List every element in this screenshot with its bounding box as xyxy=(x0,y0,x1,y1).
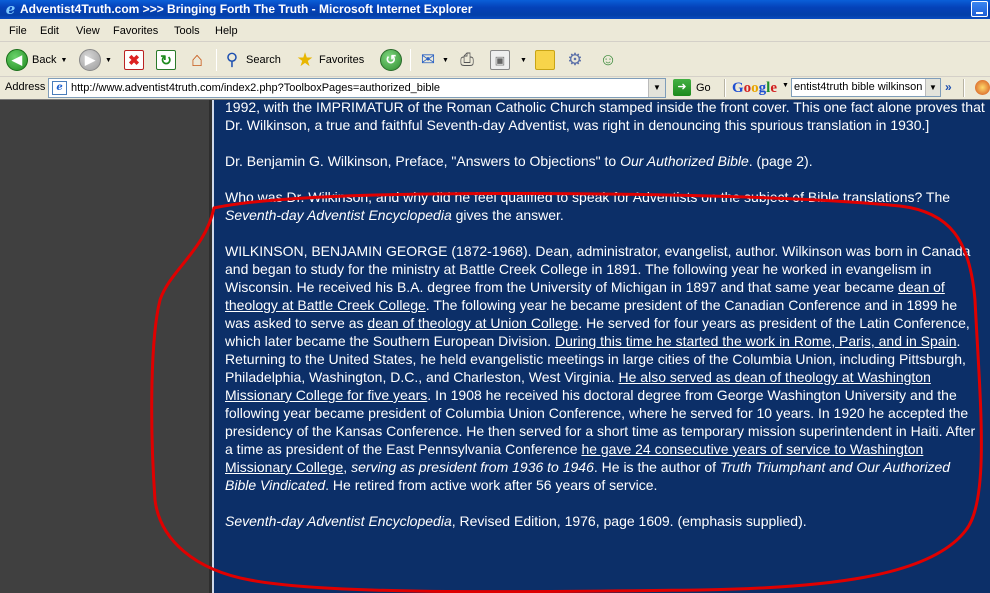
mail-icon: ✉ xyxy=(420,50,436,69)
toolbar-separator xyxy=(216,49,217,71)
favorites-label: Favorites xyxy=(319,54,365,66)
refresh-icon: ↻ xyxy=(156,50,176,70)
emphasis-underline: dean of theology at Union College xyxy=(367,315,579,331)
chevron-down-icon[interactable]: ▼ xyxy=(782,82,789,89)
menu-favorites[interactable]: Favorites xyxy=(113,25,158,37)
note-button[interactable] xyxy=(535,48,555,72)
go-arrow-icon: ➜ xyxy=(673,79,691,96)
browser-window: e Adventist4Truth.com >>> Bringing Forth… xyxy=(0,0,990,593)
address-label: Address xyxy=(5,81,46,93)
messenger-button[interactable]: ☺ xyxy=(598,48,618,72)
home-icon: ⌂ xyxy=(190,48,204,71)
history-icon: ↺ xyxy=(380,49,402,71)
print-button[interactable]: ⎙ xyxy=(457,48,477,72)
go-label: Go xyxy=(696,81,711,94)
address-url[interactable]: http://www.adventist4truth.com/index2.ph… xyxy=(71,82,440,94)
chevron-down-icon[interactable]: ▼ xyxy=(520,57,527,64)
stop-button[interactable]: ✖ xyxy=(124,48,144,72)
search-label: Search xyxy=(246,54,281,66)
search-icon: ⚲ xyxy=(225,50,239,69)
chevron-down-icon[interactable]: ▼ xyxy=(105,57,112,64)
title-bar: e Adventist4Truth.com >>> Bringing Forth… xyxy=(0,0,990,19)
window-title: Adventist4Truth.com >>> Bringing Forth T… xyxy=(20,2,473,16)
minimize-button[interactable] xyxy=(971,1,988,17)
research-button[interactable]: ⚙ xyxy=(565,48,585,72)
back-button[interactable]: ◀ Back ▼ xyxy=(6,48,67,72)
article-panel: 1992, with the IMPRIMATUR of the Roman C… xyxy=(212,100,990,593)
citation-paragraph: Dr. Benjamin G. Wilkinson, Preface, "Ans… xyxy=(225,153,813,169)
page-icon: e xyxy=(52,81,67,95)
ie-logo-icon: e xyxy=(5,0,16,18)
edit-page-icon: ▣ xyxy=(490,50,510,70)
encyclopedia-entry: WILKINSON, BENJAMIN GEORGE (1872-1968). … xyxy=(225,243,976,493)
sticky-note-icon xyxy=(535,50,555,70)
forward-button[interactable]: ▶ ▼ xyxy=(79,48,112,72)
intro-paragraph: 1992, with the IMPRIMATUR of the Roman C… xyxy=(225,99,985,133)
forward-arrow-icon: ▶ xyxy=(79,49,101,71)
edit-button[interactable]: ▣ ▼ xyxy=(490,48,527,72)
extension-icon[interactable] xyxy=(975,80,990,95)
toolbar-separator xyxy=(410,49,411,71)
emphasis-underline: During this time he started the work in … xyxy=(554,333,957,349)
home-button[interactable]: ⌂ xyxy=(187,48,207,72)
back-arrow-icon: ◀ xyxy=(6,49,28,71)
google-search-query[interactable]: entist4truth bible wilkinson xyxy=(794,81,922,93)
more-chevron-icon[interactable]: » xyxy=(945,80,952,94)
history-button[interactable]: ↺ xyxy=(380,48,402,72)
stop-icon: ✖ xyxy=(124,50,144,70)
chevron-down-icon[interactable]: ▼ xyxy=(648,79,665,97)
citation-paragraph: Seventh-day Adventist Encyclopedia, Revi… xyxy=(225,513,807,529)
google-logo[interactable]: Google xyxy=(732,78,777,98)
research-icon: ⚙ xyxy=(567,50,583,69)
standard-toolbar: ◀ Back ▼ ▶ ▼ ✖ ↻ ⌂ ⚲ Search ★ Favorites … xyxy=(0,43,990,77)
go-button[interactable]: ➜ Go xyxy=(673,79,711,96)
messenger-icon: ☺ xyxy=(599,50,617,69)
mail-button[interactable]: ✉ ▼ xyxy=(418,48,449,72)
chevron-down-icon[interactable]: ▼ xyxy=(60,57,67,64)
article-text: 1992, with the IMPRIMATUR of the Roman C… xyxy=(225,99,985,548)
favorites-button[interactable]: ★ Favorites xyxy=(295,48,364,72)
toolbar-separator xyxy=(963,79,965,97)
address-input[interactable]: e http://www.adventist4truth.com/index2.… xyxy=(48,78,666,98)
address-bar: Address e http://www.adventist4truth.com… xyxy=(0,77,990,99)
question-paragraph: Who was Dr. Wilkinson, and why did he fe… xyxy=(225,189,951,223)
printer-icon: ⎙ xyxy=(460,50,474,69)
page-viewport: 1992, with the IMPRIMATUR of the Roman C… xyxy=(0,99,990,593)
menu-view[interactable]: View xyxy=(76,25,100,37)
chevron-down-icon[interactable]: ▼ xyxy=(442,57,449,64)
refresh-button[interactable]: ↻ xyxy=(156,48,176,72)
menu-edit[interactable]: Edit xyxy=(40,25,59,37)
google-search-input[interactable]: entist4truth bible wilkinson ▼ xyxy=(791,78,941,97)
left-sidebar xyxy=(0,100,212,593)
menu-file[interactable]: File xyxy=(9,25,27,37)
star-icon: ★ xyxy=(296,49,314,71)
toolbar-separator xyxy=(724,79,726,97)
menu-tools[interactable]: Tools xyxy=(174,25,200,37)
chevron-down-icon[interactable]: ▼ xyxy=(925,79,940,96)
back-label: Back xyxy=(32,54,57,66)
search-button[interactable]: ⚲ Search xyxy=(222,48,281,72)
menu-bar: File Edit View Favorites Tools Help xyxy=(0,20,990,42)
menu-help[interactable]: Help xyxy=(215,25,238,37)
